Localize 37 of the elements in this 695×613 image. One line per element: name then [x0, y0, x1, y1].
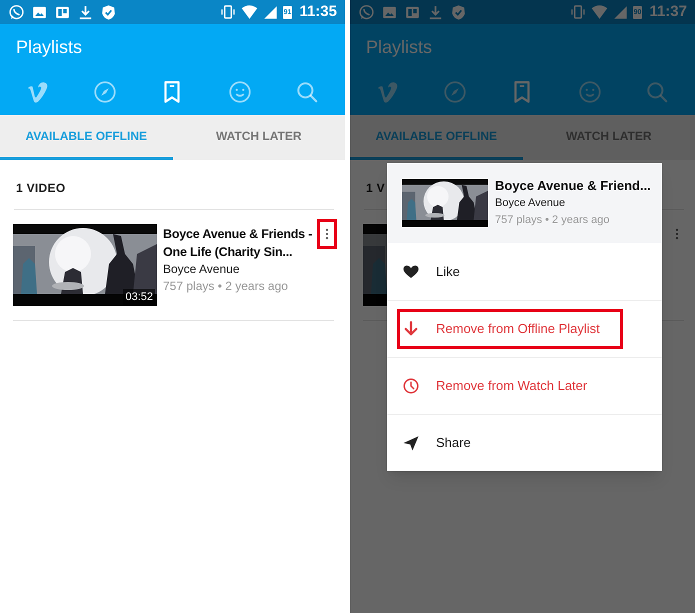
compass-icon[interactable]: [92, 79, 118, 105]
screen-title: Playlists: [365, 36, 432, 59]
video-title: Boyce Avenue & Friend...: [495, 177, 651, 195]
video-meta: 757 plays • 2 years ago: [495, 213, 611, 228]
video-title: Boyce Avenue & Friends - One Life (Charity Sin...: [163, 226, 314, 261]
download-icon: [427, 4, 444, 20]
tab[interactable]: WATCH LATER: [172, 115, 345, 160]
menu-item[interactable]: Share: [397, 423, 479, 463]
smiley-icon[interactable]: [226, 79, 253, 105]
more-options-icon[interactable]: [320, 222, 334, 246]
video-count: 1 VIDEO: [15, 180, 66, 197]
clock-time: 11:37: [649, 2, 687, 22]
chat-bubble-icon: [358, 4, 375, 20]
check-badge-icon: [100, 4, 117, 20]
channel-name: Boyce Avenue: [163, 261, 241, 278]
video-count: 1 V: [365, 180, 385, 197]
menu-item[interactable]: Remove from Watch Later: [397, 366, 596, 406]
screen-title: Playlists: [15, 36, 82, 59]
channel-name: Boyce Avenue: [495, 196, 566, 211]
clock-time: 11:35: [299, 2, 337, 22]
down-arrow-icon: [402, 320, 420, 338]
chat-bubble-icon: [8, 4, 25, 20]
signal-icon: [262, 4, 278, 20]
vibrate-icon: [570, 4, 586, 20]
vibrate-icon: [220, 4, 236, 20]
download-icon: [77, 4, 94, 20]
paper-plane-icon: [402, 434, 420, 452]
wifi-icon: [240, 4, 258, 20]
check-badge-icon: [450, 4, 467, 20]
video-meta: 757 plays • 2 years ago: [163, 278, 289, 295]
wifi-icon: [590, 4, 608, 20]
menu-item[interactable]: Remove from Offline Playlist: [397, 309, 623, 349]
tab[interactable]: AVAILABLE OFFLINE: [0, 115, 172, 160]
clock-icon: [402, 377, 420, 395]
heart-icon: [402, 262, 420, 280]
signal-icon: [612, 4, 628, 20]
menu-item[interactable]: Like: [397, 252, 468, 292]
